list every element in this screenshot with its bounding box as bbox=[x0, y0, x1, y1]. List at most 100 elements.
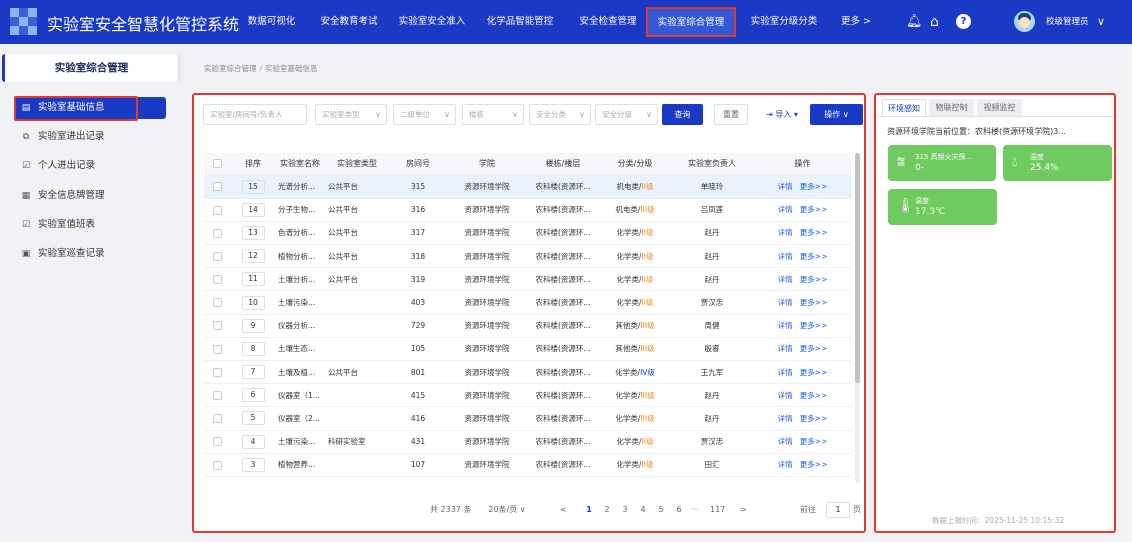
detail-link[interactable]: 详情 bbox=[778, 391, 793, 400]
more-link[interactable]: 更多>> bbox=[800, 252, 828, 261]
sort-input[interactable]: 12 bbox=[241, 249, 265, 264]
table-row[interactable]: 7 土壤及植... 公共平台 801 资源环境学院 农科楼(资源环... 化学类/IV级 王九… bbox=[204, 360, 852, 385]
tab-video[interactable]: 视频监控 bbox=[977, 99, 1022, 116]
detail-link[interactable]: 详情 bbox=[778, 321, 793, 330]
building-select[interactable]: 楼栋 ∨ bbox=[462, 104, 524, 125]
more-link[interactable]: 更多>> bbox=[800, 391, 828, 400]
table-row[interactable]: 15 光谱分析... 公共平台 315 资源环境学院 农科楼(资源环... 机电类/II级单… bbox=[204, 175, 852, 199]
more-link[interactable]: 更多>> bbox=[800, 205, 828, 214]
safety-category-select[interactable]: 安全分类 ∨ bbox=[529, 104, 591, 125]
table-row[interactable]: 11 土壤分析... 公共平台 319 资源环境学院 农科楼(资源环... 化学类/II级赵… bbox=[204, 267, 852, 292]
avatar[interactable] bbox=[1014, 11, 1035, 32]
next-page-button[interactable]: > bbox=[740, 500, 747, 520]
sort-input[interactable]: 15 bbox=[241, 179, 265, 194]
tab-iot-control[interactable]: 物联控制 bbox=[929, 99, 974, 116]
more-link[interactable]: 更多>> bbox=[800, 460, 828, 469]
table-scrollbar[interactable] bbox=[855, 153, 860, 483]
table-row[interactable]: 12 植物分析... 公共平台 318 资源环境学院 农科楼(资源环... 化学类/II级赵… bbox=[204, 244, 852, 269]
page-3[interactable]: 3 bbox=[618, 500, 632, 520]
column-header[interactable]: 实验室类型 bbox=[325, 153, 389, 176]
row-checkbox[interactable] bbox=[213, 367, 222, 377]
page-1[interactable]: 1 bbox=[582, 500, 596, 520]
sort-input[interactable]: 3 bbox=[241, 457, 265, 472]
sort-input[interactable]: 9 bbox=[241, 318, 265, 333]
prev-page-button[interactable]: < bbox=[560, 500, 567, 520]
row-checkbox[interactable] bbox=[213, 275, 222, 285]
detail-link[interactable]: 详情 bbox=[778, 252, 793, 261]
row-checkbox[interactable] bbox=[213, 344, 222, 354]
unit-select[interactable]: 二级单位 ∨ bbox=[393, 104, 456, 125]
column-header[interactable]: 实验室名称 bbox=[275, 153, 325, 176]
chevron-down-icon[interactable]: ∨ bbox=[1097, 0, 1105, 44]
nav-safety-inspection[interactable]: 安全检查管理 bbox=[570, 0, 646, 44]
more-link[interactable]: 更多>> bbox=[800, 437, 828, 446]
table-row[interactable]: 5 仪器室（2... 416 资源环境学院 农科楼(资源环... 化学类/III级 赵丹 详情… bbox=[204, 406, 852, 431]
more-link[interactable]: 更多>> bbox=[800, 298, 828, 307]
column-header[interactable]: 房间号 bbox=[389, 153, 447, 176]
table-row[interactable]: 10 土壤污染... 403 资源环境学院 农科楼(资源环... 化学类/II级 贾汉忠 详情… bbox=[204, 290, 852, 315]
row-checkbox[interactable] bbox=[213, 437, 222, 447]
page-last[interactable]: 117 bbox=[710, 500, 725, 520]
sort-input[interactable]: 8 bbox=[241, 341, 265, 356]
scrollbar-thumb[interactable] bbox=[855, 153, 860, 383]
sidebar-item-patrol[interactable]: ▣ 实验室巡查记录 bbox=[14, 243, 166, 265]
sidebar-item-duty-schedule[interactable]: ☑ 实验室值班表 bbox=[14, 214, 166, 236]
search-input[interactable]: 实验室/房间号/负责人 bbox=[203, 104, 307, 125]
row-checkbox[interactable] bbox=[213, 298, 222, 308]
nav-lab-classification[interactable]: 实验室分级分类 bbox=[742, 0, 826, 44]
operations-button[interactable]: 操作 ∨ bbox=[810, 104, 863, 125]
sidebar-item-lab-basic-info[interactable]: ▤ 实验室基础信息 bbox=[14, 97, 166, 119]
more-link[interactable]: 更多>> bbox=[800, 182, 828, 191]
detail-link[interactable]: 详情 bbox=[778, 298, 793, 307]
sensor-card-fire[interactable]: ⩰ 315 高频火灾探... 0- bbox=[888, 145, 996, 181]
home-icon[interactable]: ⌂ bbox=[930, 13, 939, 31]
page-jump-input[interactable]: 1 bbox=[826, 502, 850, 518]
detail-link[interactable]: 详情 bbox=[778, 368, 793, 377]
table-row[interactable]: 14 分子生物... 公共平台 316 资源环境学院 农科楼(资源环... 机电类/III级… bbox=[204, 198, 852, 222]
detail-link[interactable]: 详情 bbox=[778, 437, 793, 446]
nav-safety-exam[interactable]: 安全教育考试 bbox=[310, 0, 388, 44]
row-checkbox[interactable] bbox=[213, 182, 222, 192]
sidebar-item-lab-access-log[interactable]: ⧉ 实验室进出记录 bbox=[14, 126, 166, 148]
table-row[interactable]: 4 土壤污染... 科研实验室 431 资源环境学院 农科楼(资源环... 化学类/II级贾… bbox=[204, 430, 852, 454]
bell-icon[interactable]: 🔔︎ bbox=[906, 13, 923, 31]
column-header[interactable]: 分类/分级 bbox=[599, 153, 671, 176]
detail-link[interactable]: 详情 bbox=[778, 460, 793, 469]
nav-more[interactable]: 更多 > bbox=[832, 0, 880, 44]
table-row[interactable]: 8 土壤生态... 105 资源环境学院 农科楼(资源环... 其他类/III级 殷睿 详情 … bbox=[204, 337, 852, 362]
select-all-checkbox[interactable] bbox=[213, 159, 222, 169]
table-row[interactable]: 3 植物营养... 107 资源环境学院 农科楼(资源环... 化学类/II级 田汇 详情 更… bbox=[204, 453, 852, 477]
nav-lab-access[interactable]: 实验室安全准入 bbox=[390, 0, 474, 44]
column-header[interactable]: 学院 bbox=[447, 153, 527, 176]
column-header[interactable]: 楼栋/楼层 bbox=[527, 153, 599, 176]
table-row[interactable]: 9 仪器分析... 729 资源环境学院 农科楼(资源环... 其他类/III级 周健 详情 … bbox=[204, 314, 852, 338]
more-link[interactable]: 更多>> bbox=[800, 368, 828, 377]
nav-lab-management[interactable]: 实验室综合管理 bbox=[646, 7, 736, 37]
more-link[interactable]: 更多>> bbox=[800, 344, 828, 353]
row-checkbox[interactable] bbox=[213, 414, 222, 424]
row-checkbox[interactable] bbox=[213, 251, 222, 261]
detail-link[interactable]: 详情 bbox=[778, 344, 793, 353]
sensor-card-humidity[interactable]: 💧︎ 湿度 25.4% bbox=[1003, 145, 1112, 181]
sensor-card-temperature[interactable]: 🌡︎ 温度 17.3℃ bbox=[888, 189, 997, 225]
sort-input[interactable]: 13 bbox=[241, 225, 265, 240]
page-6[interactable]: 6 bbox=[672, 500, 686, 520]
help-icon[interactable]: ? bbox=[956, 14, 971, 29]
detail-link[interactable]: 详情 bbox=[778, 228, 793, 237]
more-link[interactable]: 更多>> bbox=[800, 275, 828, 284]
query-button[interactable]: 查询 bbox=[662, 104, 703, 125]
column-header[interactable]: 实验室负责人 bbox=[671, 153, 753, 176]
sort-input[interactable]: 4 bbox=[241, 434, 265, 449]
tab-environment[interactable]: 环境感知 bbox=[882, 99, 926, 116]
nav-chemical-control[interactable]: 化学品智能管控 bbox=[478, 0, 562, 44]
sort-input[interactable]: 7 bbox=[241, 365, 265, 380]
page-ellipsis[interactable]: ··· bbox=[691, 500, 699, 520]
row-checkbox[interactable] bbox=[213, 205, 222, 215]
detail-link[interactable]: 详情 bbox=[778, 205, 793, 214]
page-5[interactable]: 5 bbox=[654, 500, 668, 520]
row-checkbox[interactable] bbox=[213, 228, 222, 238]
nav-data-visualization[interactable]: 数据可视化 bbox=[235, 0, 308, 44]
more-link[interactable]: 更多>> bbox=[800, 228, 828, 237]
page-size-select[interactable]: 20条/页 ∨ bbox=[480, 503, 534, 518]
sidebar-item-personal-log[interactable]: ☑ 个人进出记录 bbox=[14, 155, 166, 177]
